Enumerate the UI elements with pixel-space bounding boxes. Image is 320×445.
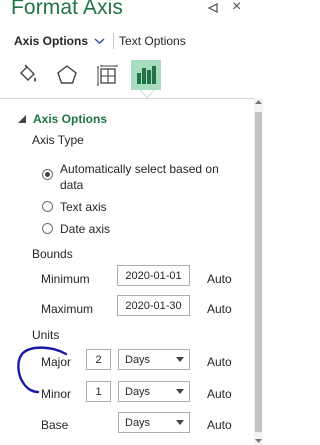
base-auto-button[interactable]: Auto	[207, 418, 232, 432]
size-properties-tab[interactable]	[92, 60, 122, 90]
section-title: Axis Options	[33, 112, 108, 126]
radio-auto-label-line1: Automatically select based on	[60, 162, 219, 176]
major-input[interactable]: 2	[86, 349, 111, 370]
maximum-label: Maximum	[41, 302, 94, 316]
scroll-up-arrow-icon[interactable]	[254, 98, 263, 107]
minor-auto-button[interactable]: Auto	[207, 387, 232, 401]
tab-text-options[interactable]: Text Options	[119, 34, 186, 48]
scrollbar-thumb[interactable]	[255, 112, 262, 432]
bounds-label: Bounds	[32, 247, 73, 261]
axis-type-label: Axis Type	[32, 133, 84, 147]
maximum-input[interactable]: 2020-01-30	[117, 295, 190, 316]
minor-input[interactable]: 1	[86, 381, 111, 402]
close-icon[interactable]: ×	[232, 0, 241, 15]
effects-tab[interactable]	[52, 60, 82, 90]
tab-separator	[113, 33, 115, 49]
base-unit-dropdown[interactable]: Days	[118, 412, 190, 433]
fill-line-icon	[20, 64, 36, 82]
axis-options-bar-chart-icon	[137, 66, 156, 84]
radio-auto-select[interactable]	[42, 169, 53, 180]
major-unit-dropdown[interactable]: Days	[118, 349, 190, 370]
minor-unit-dropdown[interactable]: Days	[118, 381, 190, 402]
minor-unit-value: Days	[125, 385, 151, 398]
tab-divider	[0, 98, 263, 99]
minimum-label: Minimum	[41, 272, 90, 286]
pane-title: Format Axis	[11, 0, 123, 19]
collapse-triangle-icon	[18, 115, 26, 123]
minor-label: Minor	[41, 387, 72, 401]
chevron-down-icon[interactable]	[94, 37, 105, 45]
axis-options-tab[interactable]	[131, 60, 161, 90]
scroll-down-arrow-icon[interactable]	[254, 436, 263, 445]
base-unit-value: Days	[125, 416, 151, 429]
tab-axis-options[interactable]: Axis Options	[14, 34, 88, 48]
dropdown-arrow-icon	[176, 420, 184, 425]
axis-options-section-header[interactable]: Axis Options	[18, 112, 107, 126]
radio-text-axis-label: Text axis	[60, 200, 107, 214]
radio-date-axis[interactable]	[42, 223, 53, 234]
effects-pentagon-icon	[57, 65, 77, 84]
major-auto-button[interactable]: Auto	[207, 355, 232, 369]
units-label: Units	[32, 328, 60, 342]
dropdown-arrow-icon	[176, 389, 184, 394]
options-tab-row: Axis Options Text Options	[14, 32, 186, 50]
radio-text-axis[interactable]	[42, 201, 53, 212]
fill-line-tab[interactable]	[13, 60, 43, 90]
pin-down-icon[interactable]	[208, 3, 220, 13]
major-label: Major	[41, 355, 72, 369]
radio-auto-label-line2: data	[60, 178, 84, 192]
base-label: Base	[41, 418, 69, 432]
radio-date-axis-label: Date axis	[60, 222, 111, 236]
size-properties-icon	[97, 65, 118, 86]
minimum-input[interactable]: 2020-01-01	[117, 265, 190, 286]
major-unit-value: Days	[125, 353, 151, 366]
dropdown-arrow-icon	[176, 357, 184, 362]
minimum-auto-button[interactable]: Auto	[207, 272, 232, 286]
maximum-auto-button[interactable]: Auto	[207, 302, 232, 316]
